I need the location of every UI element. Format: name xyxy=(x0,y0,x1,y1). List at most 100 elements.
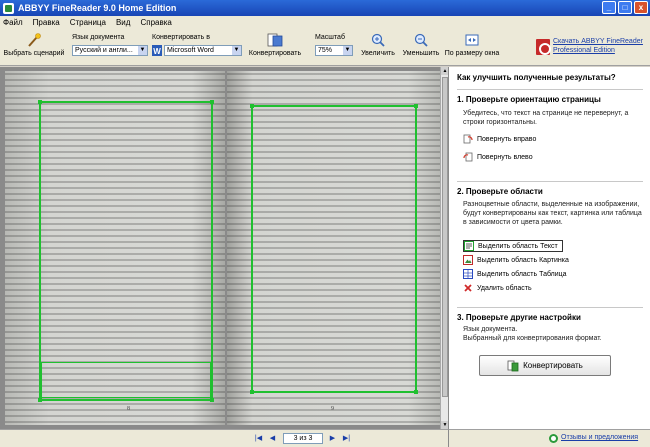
convert-format-select[interactable]: Microsoft Word ▼ xyxy=(164,45,242,56)
status-bar: Отзывы и предложения xyxy=(448,429,650,447)
delete-area-label: Удалить область xyxy=(477,284,532,292)
promo-link-text[interactable]: Скачать ABBYY FineReader Professional Ed… xyxy=(553,37,643,55)
minimize-button[interactable]: _ xyxy=(602,1,616,14)
last-page-button[interactable]: ▶| xyxy=(342,434,351,443)
prev-page-button[interactable]: ◀ xyxy=(268,434,277,443)
resize-handle[interactable] xyxy=(250,104,254,108)
section-areas-title: 2. Проверьте области xyxy=(457,187,543,196)
delete-area-button[interactable]: Удалить область xyxy=(463,282,532,294)
select-scenario-label: Выбрать сценарий xyxy=(3,50,65,57)
left-page-image: 8 xyxy=(5,71,225,425)
language-select[interactable]: Русский и англи... ▼ xyxy=(72,45,148,56)
page-navigation: |◀ ◀ 3 из 3 ▶ ▶| xyxy=(0,429,448,447)
resize-handle[interactable] xyxy=(210,398,214,402)
rotate-right-button[interactable]: Повернуть вправо xyxy=(463,133,536,145)
rotate-left-button[interactable]: Повернуть влево xyxy=(463,151,533,163)
word-icon: W xyxy=(152,45,162,56)
zoom-out-button[interactable]: Уменьшить xyxy=(400,33,442,57)
panel-title: Как улучшить полученные результаты? xyxy=(457,73,616,82)
menu-help[interactable]: Справка xyxy=(140,18,171,27)
text-area-left[interactable] xyxy=(38,100,214,402)
left-page-number: 8 xyxy=(127,406,130,412)
menu-view[interactable]: Вид xyxy=(116,18,130,27)
rotate-right-icon xyxy=(463,134,473,144)
select-table-area-label: Выделить область Таблица xyxy=(477,270,567,278)
svg-text:W: W xyxy=(153,47,161,56)
rotate-left-icon xyxy=(463,152,473,162)
promo-line-2: Professional Edition xyxy=(553,47,615,54)
rotate-left-label: Повернуть влево xyxy=(477,153,533,161)
footnote-area-left[interactable] xyxy=(41,362,211,398)
resize-handle[interactable] xyxy=(414,104,418,108)
chevron-down-icon: ▼ xyxy=(138,46,147,55)
settings-language-link[interactable]: Язык документа. xyxy=(463,325,643,334)
close-button[interactable]: x xyxy=(634,1,648,14)
menu-page[interactable]: Страница xyxy=(70,18,106,27)
convert-to-label: Конвертировать в xyxy=(152,34,210,41)
help-panel: Как улучшить полученные результаты? 1. П… xyxy=(448,67,650,429)
toolbar-convert-label: Конвертировать xyxy=(248,50,302,57)
section-settings-title: 3. Проверьте другие настройки xyxy=(457,313,581,322)
scroll-down-icon[interactable]: ▼ xyxy=(441,421,448,429)
convert-format-value: Microsoft Word xyxy=(167,47,214,54)
zoom-in-button[interactable]: Увеличить xyxy=(356,33,400,57)
next-page-button[interactable]: ▶ xyxy=(328,434,337,443)
toolbar-convert-button[interactable]: Конвертировать xyxy=(246,33,304,57)
maximize-button[interactable]: □ xyxy=(618,1,632,14)
delete-icon xyxy=(464,284,472,292)
resize-handle[interactable] xyxy=(250,390,254,394)
settings-format-link[interactable]: Выбранный для конвертирования формат. xyxy=(463,334,643,343)
promo-line-1: Скачать ABBYY FineReader xyxy=(553,38,643,45)
convert-icon xyxy=(507,360,519,371)
promo-link[interactable]: Скачать ABBYY FineReader Professional Ed… xyxy=(536,35,648,61)
image-viewer[interactable]: 8 9 ▲ ▼ xyxy=(0,67,448,429)
section-orientation-text: Убедитесь, что текст на странице не пере… xyxy=(463,110,629,126)
window-title: ABBYY FineReader 9.0 Home Edition xyxy=(18,3,177,13)
divider xyxy=(457,89,643,90)
zoom-out-label: Уменьшить xyxy=(402,50,440,57)
picture-area-icon xyxy=(463,255,473,265)
image-scrollbar[interactable]: ▲ ▼ xyxy=(440,67,448,429)
zoom-value: 75% xyxy=(318,47,333,54)
select-text-area-button[interactable]: Выделить область Текст xyxy=(463,240,563,252)
zoom-select[interactable]: 75% ▼ xyxy=(315,45,353,56)
text-area-right[interactable] xyxy=(250,104,418,394)
resize-handle[interactable] xyxy=(38,398,42,402)
fit-window-icon xyxy=(465,34,479,46)
language-value: Русский и англи... xyxy=(75,47,133,54)
zoom-out-icon xyxy=(414,33,428,47)
divider xyxy=(457,307,643,308)
select-picture-area-label: Выделить область Картинка xyxy=(477,256,569,264)
window-controls: _ □ x xyxy=(602,1,648,14)
menu-file[interactable]: Файл xyxy=(3,18,23,27)
select-picture-area-button[interactable]: Выделить область Картинка xyxy=(463,254,569,266)
resize-handle[interactable] xyxy=(210,100,214,104)
feedback-link[interactable]: Отзывы и предложения xyxy=(561,434,638,441)
select-scenario-button[interactable]: Выбрать сценарий xyxy=(2,33,66,57)
zoom-in-icon xyxy=(371,33,385,47)
scroll-up-icon[interactable]: ▲ xyxy=(441,67,448,75)
zoom-label: Масштаб xyxy=(315,34,345,41)
resize-handle[interactable] xyxy=(38,100,42,104)
title-bar: ABBYY FineReader 9.0 Home Edition _ □ x xyxy=(0,0,650,16)
professional-edition-icon xyxy=(536,39,551,55)
page-counter[interactable]: 3 из 3 xyxy=(283,433,323,444)
panel-convert-button[interactable]: Конвертировать xyxy=(479,355,611,376)
toolbar: Выбрать сценарий Язык документа Русский … xyxy=(0,29,650,66)
feedback-icon xyxy=(549,434,558,443)
fit-window-button[interactable]: По размеру окна xyxy=(442,33,502,57)
menu-edit[interactable]: Правка xyxy=(33,18,60,27)
select-text-area-label: Выделить область Текст xyxy=(478,242,558,250)
panel-convert-label: Конвертировать xyxy=(523,361,583,370)
divider xyxy=(457,181,643,182)
text-area-icon xyxy=(464,241,474,251)
right-page-image: 9 xyxy=(227,71,440,425)
language-label: Язык документа xyxy=(72,34,125,41)
right-page-number: 9 xyxy=(331,406,334,412)
app-icon xyxy=(3,2,14,14)
select-table-area-button[interactable]: Выделить область Таблица xyxy=(463,268,567,280)
section-areas-text: Разноцветные области, выделенные на изоб… xyxy=(463,201,642,226)
section-orientation-title: 1. Проверьте ориентацию страницы xyxy=(457,95,601,104)
first-page-button[interactable]: |◀ xyxy=(254,434,263,443)
resize-handle[interactable] xyxy=(414,390,418,394)
